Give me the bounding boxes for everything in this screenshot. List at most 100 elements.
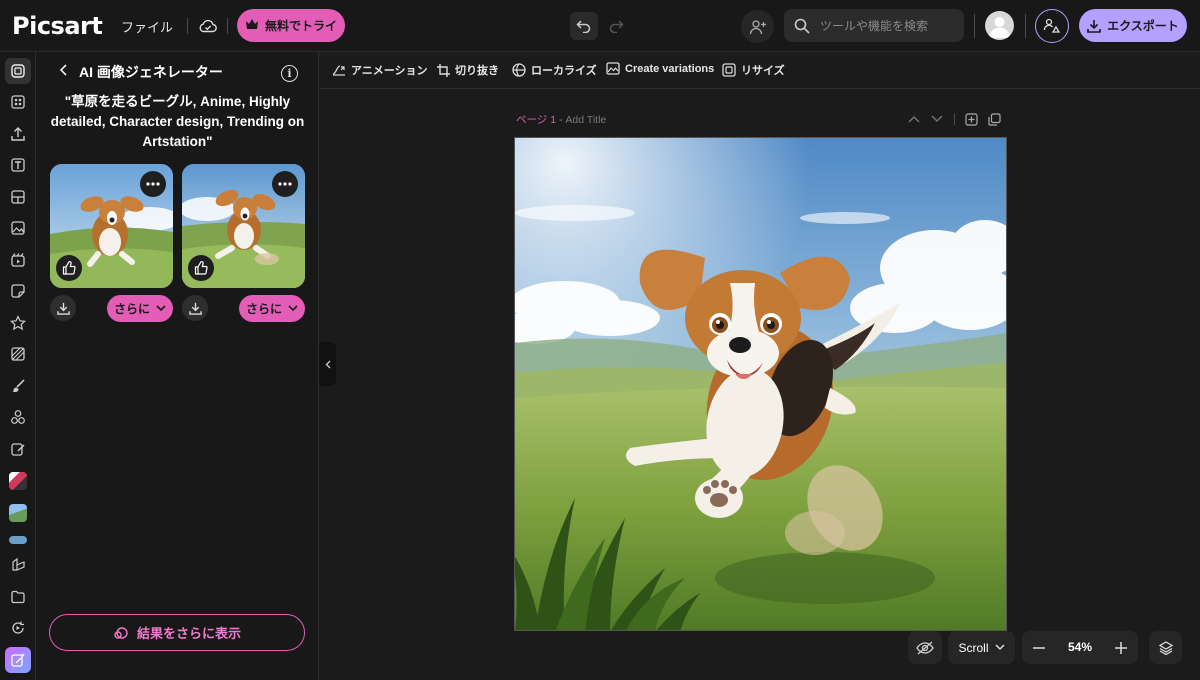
show-more-label: 結果をさらに表示	[136, 626, 241, 641]
share-button[interactable]	[1035, 9, 1069, 43]
result-image-1[interactable]	[50, 164, 173, 288]
more-options-button[interactable]	[272, 171, 298, 197]
result-image-2[interactable]	[182, 164, 305, 288]
divider	[227, 18, 228, 34]
picsart-logo[interactable]: Picsart	[12, 12, 103, 40]
rail-star-icon[interactable]	[5, 310, 31, 336]
layers-button[interactable]	[1149, 631, 1182, 664]
page-up-button[interactable]	[907, 112, 921, 126]
localize-tool[interactable]: ローカライズ	[512, 62, 597, 78]
more-options-button[interactable]	[140, 171, 166, 197]
chevron-up-icon	[908, 116, 920, 123]
redo-icon	[609, 20, 624, 33]
divider	[1025, 14, 1026, 38]
divider	[187, 18, 188, 34]
export-label: エクスポート	[1107, 19, 1179, 33]
download-icon	[1087, 19, 1101, 33]
search-input[interactable]	[820, 18, 960, 33]
scroll-mode-select[interactable]: Scroll	[948, 631, 1015, 664]
download-button[interactable]	[182, 295, 208, 321]
collapse-panel-button[interactable]	[319, 342, 336, 386]
chevron-down-icon	[994, 644, 1005, 651]
rail-background-icon[interactable]	[5, 341, 31, 367]
rail-photos-icon[interactable]	[5, 215, 31, 241]
localize-label: ローカライズ	[531, 65, 597, 77]
duplicate-page-button[interactable]	[987, 112, 1001, 126]
rail-templates-icon[interactable]	[5, 58, 31, 84]
rail-shapes-icon[interactable]	[5, 404, 31, 430]
page-down-button[interactable]	[930, 112, 944, 126]
thumbs-up-icon	[62, 261, 76, 275]
globe-icon	[512, 63, 526, 77]
download-icon	[56, 302, 70, 315]
rail-brand-icon[interactable]	[5, 552, 31, 578]
add-page-button[interactable]	[964, 112, 978, 126]
like-button[interactable]	[188, 255, 214, 281]
page-number: ページ 1 -	[516, 114, 563, 126]
zoom-level[interactable]: 54%	[1056, 640, 1104, 654]
rail-edit-icon[interactable]	[5, 436, 31, 462]
animation-tool[interactable]: アニメーション	[332, 62, 428, 78]
crop-tool[interactable]: 切り抜き	[437, 62, 499, 78]
rail-layout-icon[interactable]	[5, 89, 31, 115]
search-icon	[794, 18, 810, 34]
like-button[interactable]	[56, 255, 82, 281]
hide-button[interactable]	[908, 631, 942, 664]
cloud-save-icon[interactable]	[197, 15, 219, 37]
file-menu[interactable]: ファイル	[121, 17, 173, 36]
rail-folder-icon[interactable]	[5, 584, 31, 610]
crop-icon	[437, 63, 450, 77]
download-button[interactable]	[50, 295, 76, 321]
resize-tool[interactable]: リサイズ	[722, 62, 785, 78]
back-button[interactable]	[56, 62, 72, 78]
zoom-out-button[interactable]	[1022, 631, 1056, 664]
rail-video-icon[interactable]	[5, 247, 31, 273]
app-thumbnail-icon[interactable]	[9, 472, 27, 490]
app-thumbnail-icon[interactable]	[9, 536, 27, 544]
rail-brush-icon[interactable]	[5, 373, 31, 399]
redo-button[interactable]	[602, 12, 630, 40]
add-page-icon	[964, 112, 978, 126]
beagle-running-in-meadow-image	[515, 138, 1006, 630]
prompt-text: "草原を走るビーグル, Anime, Highly detailed, Char…	[50, 94, 305, 149]
crown-icon	[245, 18, 259, 33]
rail-grid-icon[interactable]	[5, 184, 31, 210]
show-more-results-button[interactable]: 結果をさらに表示	[49, 614, 305, 651]
zoom-control: 54%	[1022, 631, 1138, 664]
rail-text-icon[interactable]	[5, 152, 31, 178]
search-box[interactable]	[784, 9, 964, 42]
page-label: ページ 1 - Add Title	[516, 112, 606, 127]
rail-replay-icon[interactable]	[5, 615, 31, 641]
thumbs-up-icon	[194, 261, 208, 275]
try-free-button[interactable]: 無料でトライ	[237, 9, 345, 42]
page-title-input[interactable]: Add Title	[565, 114, 606, 126]
resize-label: リサイズ	[741, 65, 785, 77]
user-icon	[989, 17, 1010, 38]
undo-button[interactable]	[570, 12, 598, 40]
animation-icon	[332, 65, 345, 76]
more-actions-button[interactable]: さらに	[239, 295, 305, 322]
more-actions-button[interactable]: さらに	[107, 295, 173, 322]
canvas-artboard[interactable]	[514, 137, 1007, 631]
more-actions-label: さらに	[113, 302, 150, 316]
ai-generator-icon[interactable]	[5, 647, 31, 673]
crop-label: 切り抜き	[455, 65, 499, 77]
create-variations-label: Create variations	[625, 62, 715, 75]
ai-generator-panel: AI 画像ジェネレーター i "草原を走るビーグル, Anime, Highly…	[36, 52, 319, 680]
minus-icon	[1033, 646, 1045, 649]
plus-icon	[1115, 641, 1127, 654]
add-user-icon	[749, 19, 766, 34]
scroll-mode-label: Scroll	[958, 640, 989, 655]
rail-sticker-icon[interactable]	[5, 278, 31, 304]
chevron-left-icon	[59, 64, 67, 76]
rail-upload-icon[interactable]	[5, 121, 31, 147]
download-icon	[188, 302, 202, 315]
info-icon[interactable]: i	[281, 65, 298, 82]
invite-user-button[interactable]	[741, 10, 774, 43]
app-thumbnail-icon[interactable]	[9, 504, 27, 522]
export-button[interactable]: エクスポート	[1079, 9, 1187, 42]
chevron-down-icon	[288, 305, 298, 312]
zoom-in-button[interactable]	[1104, 631, 1138, 664]
create-variations-tool[interactable]: Create variations	[606, 62, 714, 75]
avatar[interactable]	[985, 11, 1014, 40]
